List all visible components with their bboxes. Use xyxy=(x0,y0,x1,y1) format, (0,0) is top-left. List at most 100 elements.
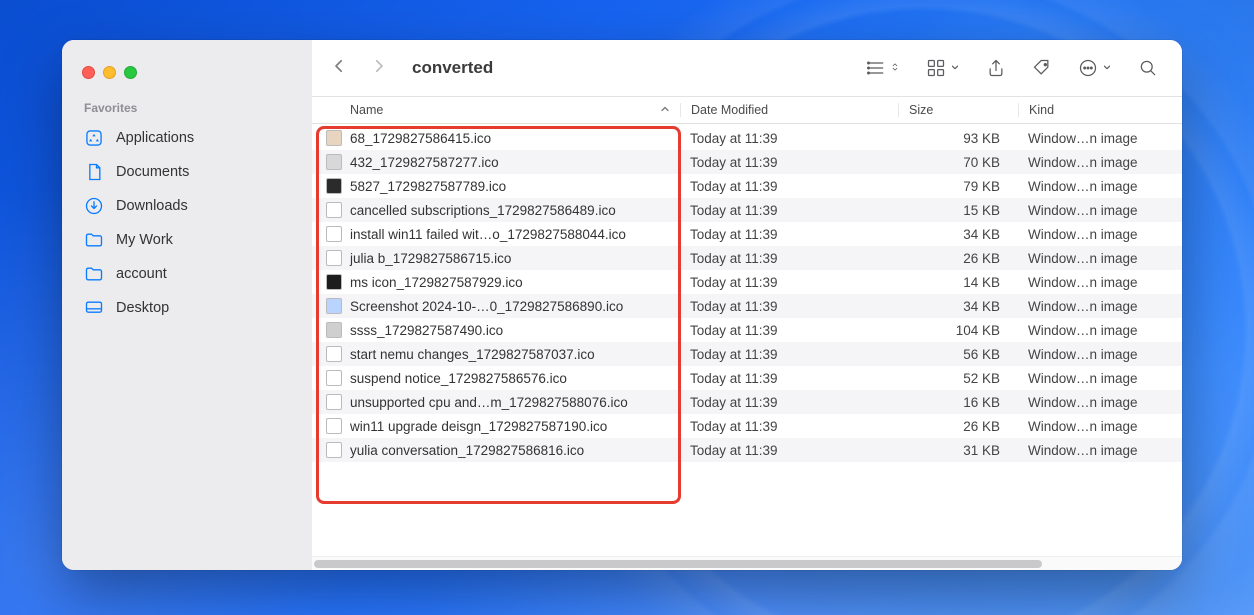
tags-button[interactable] xyxy=(1026,54,1058,82)
file-row[interactable]: ssss_1729827587490.icoToday at 11:39104 … xyxy=(312,318,1182,342)
file-name: Screenshot 2024-10-…0_1729827586890.ico xyxy=(350,299,623,314)
file-kind: Window…n image xyxy=(1018,395,1170,410)
view-mode-button[interactable] xyxy=(860,54,906,82)
file-name: 432_1729827587277.ico xyxy=(350,155,499,170)
file-row[interactable]: 68_1729827586415.icoToday at 11:3993 KBW… xyxy=(312,126,1182,150)
file-row[interactable]: Screenshot 2024-10-…0_1729827586890.icoT… xyxy=(312,294,1182,318)
file-row[interactable]: cancelled subscriptions_1729827586489.ic… xyxy=(312,198,1182,222)
column-header-kind[interactable]: Kind xyxy=(1018,103,1170,117)
sidebar: Favorites ApplicationsDocumentsDownloads… xyxy=(62,40,312,570)
zoom-button[interactable] xyxy=(124,66,137,79)
file-row[interactable]: unsupported cpu and…m_1729827588076.ico T… xyxy=(312,390,1182,414)
column-header-date[interactable]: Date Modified xyxy=(680,103,898,117)
sidebar-item-downloads[interactable]: Downloads xyxy=(62,189,312,223)
file-name: 5827_1729827587789.ico xyxy=(350,179,506,194)
folder-icon xyxy=(84,264,104,284)
file-date: Today at 11:39 xyxy=(680,155,898,170)
file-kind: Window…n image xyxy=(1018,371,1170,386)
file-row[interactable]: install win11 failed wit…o_1729827588044… xyxy=(312,222,1182,246)
file-date: Today at 11:39 xyxy=(680,227,898,242)
file-size: 14 KB xyxy=(898,275,1018,290)
column-header-name[interactable]: Name xyxy=(312,103,680,117)
file-size: 79 KB xyxy=(898,179,1018,194)
file-size: 26 KB xyxy=(898,251,1018,266)
file-name: cancelled subscriptions_1729827586489.ic… xyxy=(350,203,616,218)
file-size: 34 KB xyxy=(898,227,1018,242)
file-size: 70 KB xyxy=(898,155,1018,170)
file-row[interactable]: 432_1729827587277.ico Today at 11:3970 KB… xyxy=(312,150,1182,174)
file-name: install win11 failed wit…o_1729827588044… xyxy=(350,227,626,242)
file-size: 56 KB xyxy=(898,347,1018,362)
file-date: Today at 11:39 xyxy=(680,251,898,266)
actions-button[interactable] xyxy=(1072,54,1118,82)
minimize-button[interactable] xyxy=(103,66,116,79)
file-name: julia b_1729827586715.ico xyxy=(350,251,511,266)
window-controls xyxy=(62,58,312,97)
file-icon xyxy=(326,298,342,314)
file-size: 93 KB xyxy=(898,131,1018,146)
group-button[interactable] xyxy=(920,54,966,82)
file-list: 68_1729827586415.icoToday at 11:3993 KBW… xyxy=(312,124,1182,556)
horizontal-scrollbar[interactable] xyxy=(312,556,1182,570)
file-row[interactable]: ms icon_1729827587929.ico Today at 11:391… xyxy=(312,270,1182,294)
sort-ascending-icon xyxy=(660,103,670,117)
file-icon xyxy=(326,442,342,458)
toolbar: converted xyxy=(312,40,1182,96)
share-button[interactable] xyxy=(980,54,1012,82)
file-kind: Window…n image xyxy=(1018,443,1170,458)
file-kind: Window…n image xyxy=(1018,347,1170,362)
file-row[interactable]: suspend notice_1729827586576.icoToday at… xyxy=(312,366,1182,390)
file-kind: Window…n image xyxy=(1018,323,1170,338)
file-icon xyxy=(326,130,342,146)
sidebar-item-my-work[interactable]: My Work xyxy=(62,223,312,257)
file-size: 34 KB xyxy=(898,299,1018,314)
file-icon xyxy=(326,418,342,434)
sidebar-item-desktop[interactable]: Desktop xyxy=(62,291,312,325)
file-date: Today at 11:39 xyxy=(680,323,898,338)
column-headers: Name Date Modified Size Kind xyxy=(312,96,1182,124)
main-pane: converted xyxy=(312,40,1182,570)
file-date: Today at 11:39 xyxy=(680,179,898,194)
file-name: ms icon_1729827587929.ico xyxy=(350,275,523,290)
file-icon xyxy=(326,394,342,410)
sidebar-item-documents[interactable]: Documents xyxy=(62,155,312,189)
chevron-up-down-icon xyxy=(890,59,900,77)
file-kind: Window…n image xyxy=(1018,227,1170,242)
desktop-icon xyxy=(84,298,104,318)
file-name: yulia conversation_1729827586816.ico xyxy=(350,443,584,458)
file-name: start nemu changes_1729827587037.ico xyxy=(350,347,595,362)
file-date: Today at 11:39 xyxy=(680,395,898,410)
sidebar-item-label: Applications xyxy=(116,130,194,146)
forward-button[interactable] xyxy=(370,57,388,80)
file-row[interactable]: start nemu changes_1729827587037.icoToda… xyxy=(312,342,1182,366)
file-date: Today at 11:39 xyxy=(680,443,898,458)
sidebar-item-account[interactable]: account xyxy=(62,257,312,291)
documents-icon xyxy=(84,162,104,182)
sidebar-item-applications[interactable]: Applications xyxy=(62,121,312,155)
file-row[interactable]: 5827_1729827587789.ico Today at 11:3979 K… xyxy=(312,174,1182,198)
file-name: 68_1729827586415.ico xyxy=(350,131,491,146)
finder-window: Favorites ApplicationsDocumentsDownloads… xyxy=(62,40,1182,570)
folder-title: converted xyxy=(412,58,493,78)
chevron-down-icon xyxy=(1102,59,1112,77)
file-row[interactable]: win11 upgrade deisgn_1729827587190.icoTo… xyxy=(312,414,1182,438)
file-icon xyxy=(326,226,342,242)
file-kind: Window…n image xyxy=(1018,179,1170,194)
downloads-icon xyxy=(84,196,104,216)
applications-icon xyxy=(84,128,104,148)
search-button[interactable] xyxy=(1132,54,1164,82)
sidebar-item-label: Desktop xyxy=(116,300,169,316)
close-button[interactable] xyxy=(82,66,95,79)
file-name: unsupported cpu and…m_1729827588076.ico xyxy=(350,395,628,410)
back-button[interactable] xyxy=(330,57,348,80)
file-row[interactable]: julia b_1729827586715.ico Today at 11:392… xyxy=(312,246,1182,270)
file-kind: Window…n image xyxy=(1018,251,1170,266)
file-row[interactable]: yulia conversation_1729827586816.ico Toda… xyxy=(312,438,1182,462)
file-kind: Window…n image xyxy=(1018,155,1170,170)
file-icon xyxy=(326,250,342,266)
file-icon xyxy=(326,154,342,170)
file-icon xyxy=(326,202,342,218)
column-header-size[interactable]: Size xyxy=(898,103,1018,117)
file-date: Today at 11:39 xyxy=(680,275,898,290)
file-kind: Window…n image xyxy=(1018,299,1170,314)
